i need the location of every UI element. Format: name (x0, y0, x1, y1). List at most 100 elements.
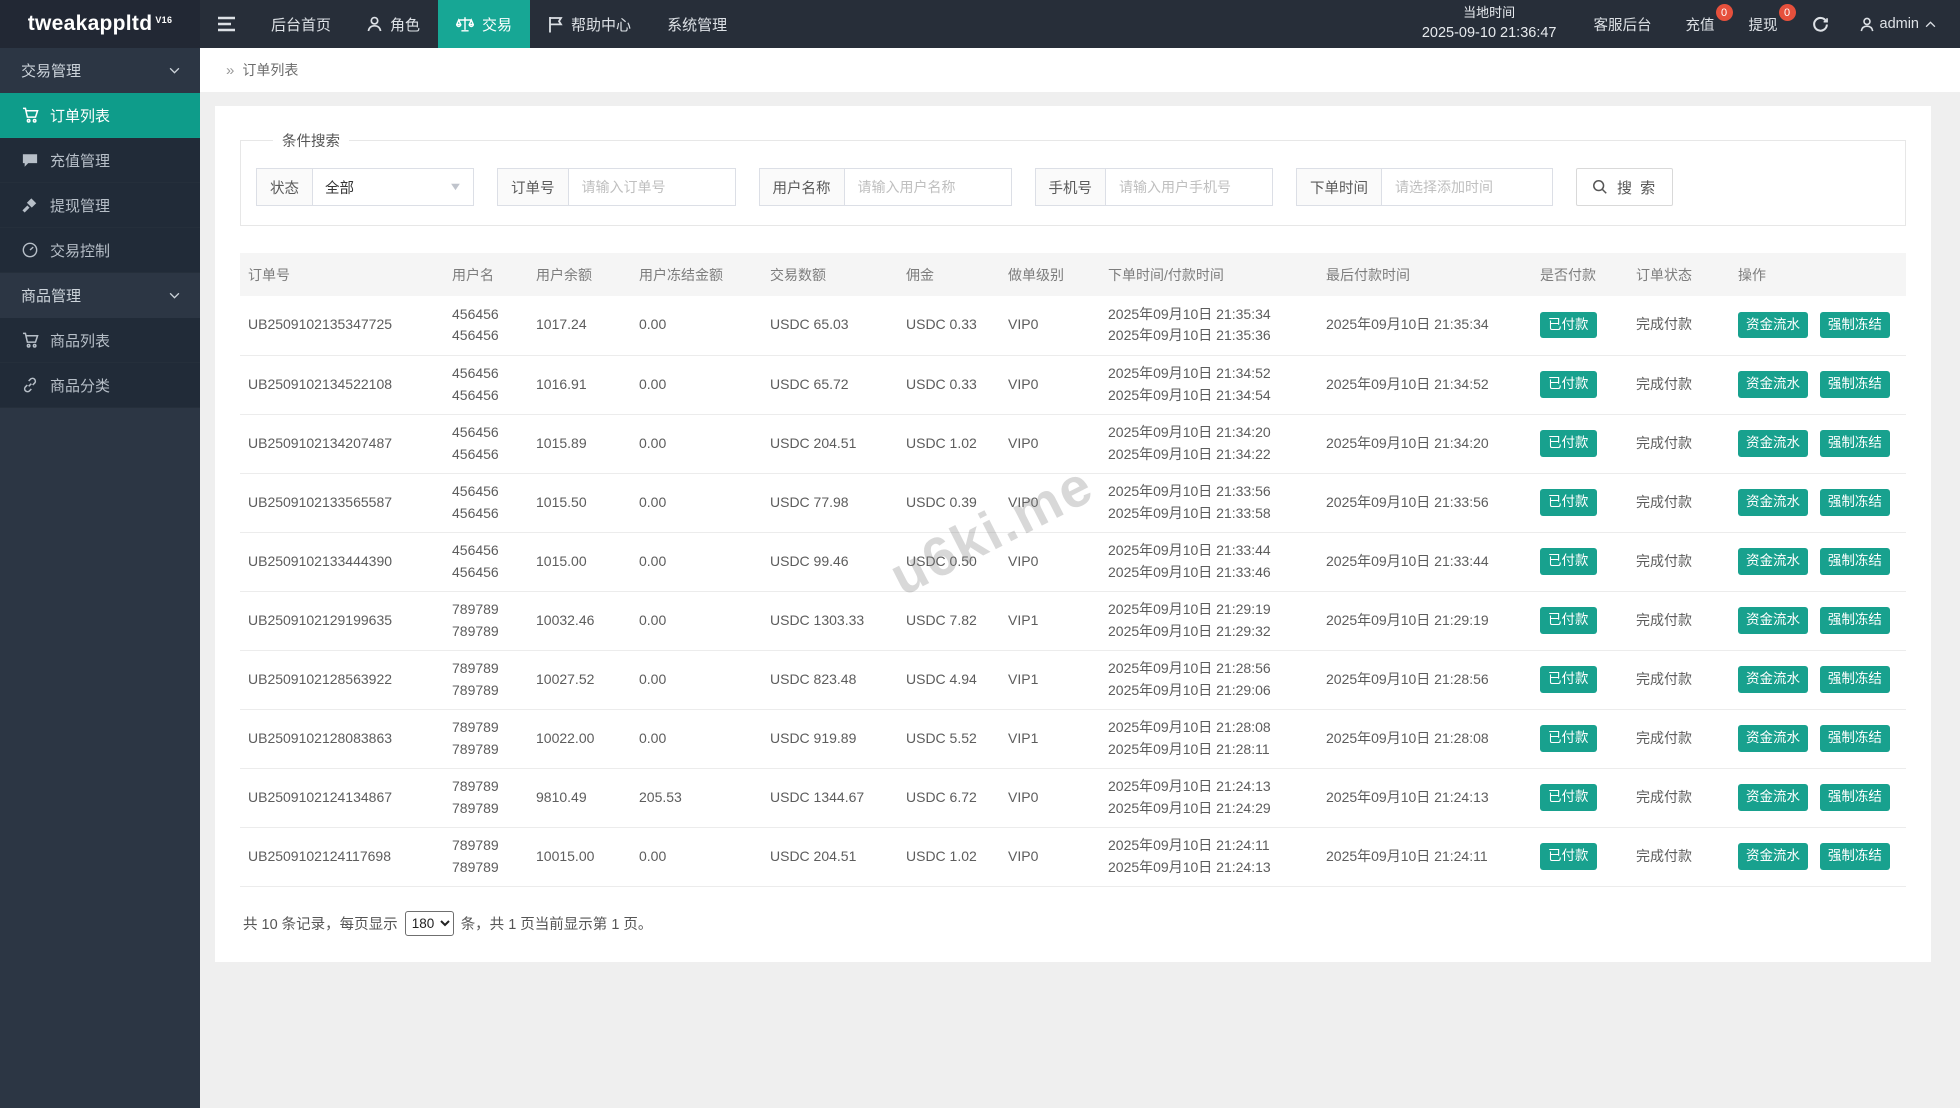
cell-frozen: 0.00 (631, 591, 762, 650)
force-freeze-button[interactable]: 强制冻结 (1820, 548, 1890, 574)
username-line2: 456456 (452, 325, 520, 347)
pay-time: 2025年09月10日 21:29:32 (1108, 621, 1310, 643)
fund-flow-button[interactable]: 资金流水 (1738, 312, 1808, 338)
col-frozen: 用户冻结金额 (631, 253, 762, 296)
cell-username: 456456 456456 (444, 414, 528, 473)
fund-flow-button[interactable]: 资金流水 (1738, 430, 1808, 456)
force-freeze-button[interactable]: 强制冻结 (1820, 725, 1890, 751)
nav-help[interactable]: 帮助中心 (530, 0, 649, 48)
comment-icon (21, 153, 39, 168)
username-line1: 456456 (452, 422, 520, 444)
paid-badge: 已付款 (1540, 607, 1597, 633)
force-freeze-button[interactable]: 强制冻结 (1820, 843, 1890, 869)
force-freeze-button[interactable]: 强制冻结 (1820, 371, 1890, 397)
cell-paid: 已付款 (1532, 473, 1628, 532)
cell-balance: 10022.00 (528, 709, 631, 768)
col-paid: 是否付款 (1532, 253, 1628, 296)
per-page-select[interactable]: 180 (405, 911, 454, 936)
cell-last-pay-time: 2025年09月10日 21:34:52 (1318, 355, 1532, 414)
cell-paid: 已付款 (1532, 768, 1628, 827)
withdraw-link[interactable]: 提现 0 (1732, 0, 1795, 48)
cell-frozen: 0.00 (631, 414, 762, 473)
col-amount: 交易数额 (762, 253, 898, 296)
fund-flow-button[interactable]: 资金流水 (1738, 489, 1808, 515)
fund-flow-button[interactable]: 资金流水 (1738, 725, 1808, 751)
cell-frozen: 0.00 (631, 827, 762, 886)
cell-order-no: UB2509102134522108 (240, 355, 444, 414)
cell-level: VIP1 (1000, 591, 1100, 650)
sidebar-group-trade-label: 交易管理 (21, 60, 81, 81)
pay-time: 2025年09月10日 21:29:06 (1108, 680, 1310, 702)
cell-amount: USDC 77.98 (762, 473, 898, 532)
pay-time: 2025年09月10日 21:34:22 (1108, 444, 1310, 466)
nav-roles[interactable]: 角色 (349, 0, 438, 48)
order-no-input[interactable] (568, 168, 736, 206)
cell-paid: 已付款 (1532, 709, 1628, 768)
cell-order-pay-time: 2025年09月10日 21:28:56 2025年09月10日 21:29:0… (1100, 650, 1318, 709)
cell-level: VIP0 (1000, 355, 1100, 414)
username-line2: 789789 (452, 680, 520, 702)
fund-flow-button[interactable]: 资金流水 (1738, 843, 1808, 869)
nav-trade-label: 交易 (482, 14, 512, 35)
table-row: UB2509102133444390 456456 456456 1015.00… (240, 532, 1906, 591)
force-freeze-button[interactable]: 强制冻结 (1820, 312, 1890, 338)
nav-trade[interactable]: 交易 (438, 0, 530, 48)
sidebar-item-recharge[interactable]: 充值管理 (0, 138, 200, 183)
sidebar-item-goods-category[interactable]: 商品分类 (0, 363, 200, 408)
sidebar-item-trade-control[interactable]: 交易控制 (0, 228, 200, 273)
force-freeze-button[interactable]: 强制冻结 (1820, 489, 1890, 515)
nav-system[interactable]: 系统管理 (649, 0, 745, 48)
fund-flow-button[interactable]: 资金流水 (1738, 371, 1808, 397)
cell-balance: 10027.52 (528, 650, 631, 709)
fund-flow-button[interactable]: 资金流水 (1738, 607, 1808, 633)
cell-actions: 资金流水 强制冻结 (1730, 414, 1906, 473)
refresh-button[interactable] (1795, 0, 1846, 48)
col-commission: 佣金 (898, 253, 1000, 296)
admin-menu[interactable]: admin (1846, 0, 1960, 48)
sidebar-item-withdraw[interactable]: 提现管理 (0, 183, 200, 228)
fund-flow-button[interactable]: 资金流水 (1738, 666, 1808, 692)
cell-frozen: 205.53 (631, 768, 762, 827)
sidebar-item-goods-list[interactable]: 商品列表 (0, 318, 200, 363)
recharge-link[interactable]: 充值 0 (1669, 0, 1732, 48)
table-row: UB2509102134207487 456456 456456 1015.89… (240, 414, 1906, 473)
phone-input[interactable] (1105, 168, 1273, 206)
breadcrumb: » 订单列表 (200, 48, 1960, 92)
force-freeze-button[interactable]: 强制冻结 (1820, 784, 1890, 810)
pay-time: 2025年09月10日 21:33:58 (1108, 503, 1310, 525)
search-button[interactable]: 搜 索 (1576, 168, 1673, 206)
cell-order-pay-time: 2025年09月10日 21:33:44 2025年09月10日 21:33:4… (1100, 532, 1318, 591)
username-line2: 456456 (452, 562, 520, 584)
sidebar-group-trade[interactable]: 交易管理 (0, 48, 200, 93)
fund-flow-button[interactable]: 资金流水 (1738, 784, 1808, 810)
cell-actions: 资金流水 强制冻结 (1730, 473, 1906, 532)
sidebar-toggle-button[interactable] (200, 0, 253, 48)
col-last-pay-time: 最后付款时间 (1318, 253, 1532, 296)
cell-status: 完成付款 (1628, 709, 1730, 768)
sidebar-item-order-list[interactable]: 订单列表 (0, 93, 200, 138)
service-backend-link[interactable]: 客服后台 (1577, 0, 1669, 48)
cell-balance: 10032.46 (528, 591, 631, 650)
order-time-input[interactable] (1381, 168, 1553, 206)
cell-username: 789789 789789 (444, 709, 528, 768)
cell-paid: 已付款 (1532, 296, 1628, 355)
cell-order-pay-time: 2025年09月10日 21:28:08 2025年09月10日 21:28:1… (1100, 709, 1318, 768)
force-freeze-button[interactable]: 强制冻结 (1820, 607, 1890, 633)
sidebar-group-goods[interactable]: 商品管理 (0, 273, 200, 318)
fund-flow-button[interactable]: 资金流水 (1738, 548, 1808, 574)
col-status: 订单状态 (1628, 253, 1730, 296)
cell-amount: USDC 1344.67 (762, 768, 898, 827)
cell-paid: 已付款 (1532, 355, 1628, 414)
cell-order-no: UB2509102128563922 (240, 650, 444, 709)
username-input[interactable] (844, 168, 1012, 206)
sidebar-item-trade-control-label: 交易控制 (50, 240, 110, 261)
force-freeze-button[interactable]: 强制冻结 (1820, 666, 1890, 692)
status-select[interactable]: 全部 ▼ (312, 168, 474, 206)
cell-order-pay-time: 2025年09月10日 21:34:52 2025年09月10日 21:34:5… (1100, 355, 1318, 414)
cell-last-pay-time: 2025年09月10日 21:28:08 (1318, 709, 1532, 768)
nav-home[interactable]: 后台首页 (253, 0, 349, 48)
cart-icon (21, 332, 39, 348)
order-no-label: 订单号 (497, 168, 568, 206)
force-freeze-button[interactable]: 强制冻结 (1820, 430, 1890, 456)
paid-badge: 已付款 (1540, 548, 1597, 574)
